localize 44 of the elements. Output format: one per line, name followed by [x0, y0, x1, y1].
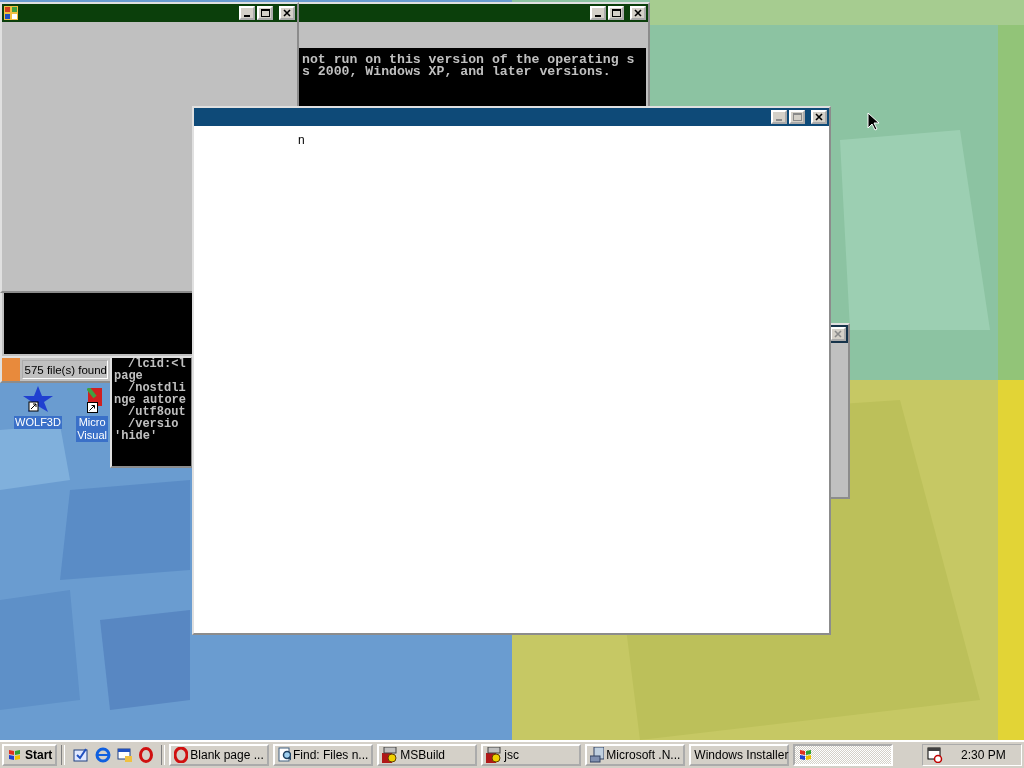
taskbar-button[interactable]: jsc: [481, 744, 582, 766]
close-icon: [815, 113, 823, 121]
icon-label: Micro Visual: [76, 416, 108, 442]
star-icon: [21, 384, 55, 414]
taskbar-button[interactable]: MSBuild: [377, 744, 478, 766]
clock: 2:30 PM: [961, 748, 1006, 762]
windows-flag-icon: [7, 748, 23, 762]
app-icon: [382, 747, 399, 763]
taskbar-button[interactable]: Microsoft .N...: [585, 744, 686, 766]
app-icon: [486, 747, 503, 763]
taskbar-button[interactable]: Find: Files n...: [273, 744, 374, 766]
icon-label: WOLF3D: [14, 416, 62, 429]
start-button[interactable]: Start: [2, 744, 58, 766]
status-text: 575 file(s) found: [21, 360, 108, 379]
calendar-icon[interactable]: [927, 747, 943, 763]
close-button[interactable]: [630, 6, 646, 20]
shortcut-icon: [87, 388, 102, 414]
taskbar-button[interactable]: [793, 744, 894, 766]
side-panel: [2, 358, 20, 381]
computer-icon: [590, 747, 605, 763]
close-icon: [634, 9, 642, 17]
ring-icon: [174, 747, 189, 763]
minimize-button[interactable]: [239, 6, 255, 20]
close-icon: [834, 330, 842, 338]
console-output: /lcid:<l page /nostdli nge autore /utf8out /versio 'hide': [112, 358, 191, 466]
maximize-button[interactable]: [257, 6, 273, 20]
maximize-icon: [792, 113, 802, 121]
ring-icon[interactable]: [139, 747, 154, 763]
window-icon[interactable]: [117, 747, 134, 763]
taskbar-button[interactable]: Blank page ...: [169, 744, 270, 766]
close-button[interactable]: [279, 6, 295, 20]
cursor-icon: [867, 112, 879, 131]
app-icon: [4, 6, 18, 20]
minimize-button[interactable]: [590, 6, 606, 20]
close-icon: [283, 9, 291, 17]
maximize-icon: [260, 9, 270, 17]
search-icon: [278, 747, 291, 763]
maximize-icon: [611, 9, 621, 17]
checkmark-icon[interactable]: [73, 747, 90, 763]
close-button[interactable]: [811, 110, 827, 124]
body-text: n: [298, 133, 305, 147]
maximize-button[interactable]: [608, 6, 624, 20]
globe-icon[interactable]: [95, 747, 112, 763]
taskbar-button[interactable]: Windows Installer: [689, 744, 790, 766]
